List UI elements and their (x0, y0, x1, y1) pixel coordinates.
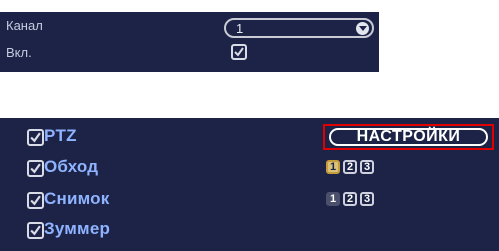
patrol-option-1[interactable]: 1 (326, 160, 340, 174)
channel-select[interactable]: 1 (224, 18, 374, 38)
enable-checkbox[interactable] (231, 44, 247, 60)
snapshot-option-1[interactable]: 1 (326, 192, 340, 206)
ptz-label: PTZ (44, 126, 77, 145)
checkmark-icon (30, 163, 41, 174)
checkmark-icon (30, 132, 41, 143)
snapshot-option-3[interactable]: 3 (360, 192, 374, 206)
settings-highlight-frame: НАСТРОЙКИ (323, 124, 494, 150)
patrol-label: Обход (44, 157, 99, 176)
ptz-checkbox[interactable] (27, 129, 44, 146)
snapshot-label: Снимок (44, 189, 110, 208)
patrol-option-2[interactable]: 2 (343, 160, 357, 174)
checkmark-icon (234, 47, 244, 57)
channel-select-value: 1 (236, 21, 244, 36)
enable-label: Вкл. (6, 45, 32, 60)
snapshot-option-2[interactable]: 2 (343, 192, 357, 206)
chevron-down-icon[interactable] (356, 22, 369, 35)
patrol-option-3[interactable]: 3 (360, 160, 374, 174)
checkmark-icon (30, 225, 41, 236)
ptz-settings-button[interactable]: НАСТРОЙКИ (329, 128, 488, 146)
channel-label: Канал (6, 18, 43, 33)
checkmark-icon (30, 195, 41, 206)
buzzer-label: Зуммер (44, 219, 111, 238)
snapshot-checkbox[interactable] (27, 192, 44, 209)
patrol-checkbox[interactable] (27, 160, 44, 177)
channel-panel: Канал 1 Вкл. (0, 12, 379, 72)
buzzer-checkbox[interactable] (27, 222, 44, 239)
